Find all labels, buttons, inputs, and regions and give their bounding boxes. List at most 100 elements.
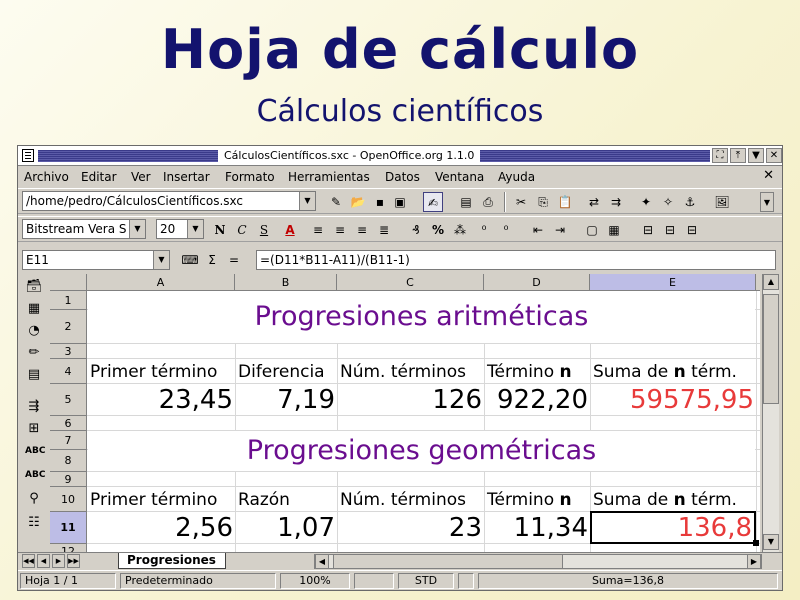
row-header-6[interactable]: 6 bbox=[50, 416, 87, 431]
justify-icon[interactable]: ≣ bbox=[374, 220, 394, 240]
insert-rows-icon[interactable]: ⊟ bbox=[660, 220, 680, 240]
spellcheck-icon[interactable]: ABC bbox=[25, 442, 45, 460]
menu-insertar[interactable]: Insertar bbox=[163, 169, 210, 185]
autospellcheck-icon[interactable]: ABC bbox=[25, 466, 45, 484]
insert-cells-icon[interactable]: ▦ bbox=[25, 300, 43, 318]
geometric-title-cell[interactable]: Progresiones geométricas bbox=[88, 431, 755, 471]
menu-editar[interactable]: Editar bbox=[81, 169, 117, 185]
save-icon[interactable]: ▪ bbox=[370, 192, 390, 212]
scrollbar-thumb[interactable] bbox=[763, 294, 779, 404]
menu-formato[interactable]: Formato bbox=[225, 169, 275, 185]
decrease-indent-icon[interactable]: ⇤ bbox=[528, 220, 548, 240]
close-icon[interactable]: ✕ bbox=[766, 148, 782, 163]
standard-format-icon[interactable]: ⁂ bbox=[450, 220, 470, 240]
background-color-icon[interactable]: ▦ bbox=[604, 220, 624, 240]
chevron-down-icon[interactable]: ▼ bbox=[299, 192, 315, 210]
stylist-icon[interactable]: ✧ bbox=[658, 192, 678, 212]
copy-icon[interactable]: ⎘ bbox=[533, 192, 553, 212]
first-sheet-icon[interactable]: ◀◀ bbox=[22, 554, 35, 568]
header-razon[interactable]: Razón bbox=[238, 489, 290, 511]
row-header-7[interactable]: 7 bbox=[50, 431, 87, 450]
value-primer-termino[interactable]: 2,56 bbox=[88, 513, 233, 543]
find-icon[interactable]: ⚲ bbox=[25, 490, 43, 508]
status-zoom[interactable]: 100% bbox=[280, 573, 350, 589]
row-header-8[interactable]: 8 bbox=[50, 450, 87, 472]
value-primer-termino[interactable]: 23,45 bbox=[88, 385, 233, 415]
vertical-scrollbar[interactable]: ▲ ▼ bbox=[762, 274, 779, 552]
autofilter-icon[interactable]: ⊞ bbox=[25, 420, 43, 438]
minimize-icon[interactable]: ▼ bbox=[748, 148, 764, 163]
paste-icon[interactable]: 📋 bbox=[555, 192, 575, 212]
horizontal-scrollbar[interactable]: ◀ ▶ bbox=[314, 554, 762, 569]
column-header-e[interactable]: E bbox=[590, 274, 756, 291]
save-as-icon[interactable]: ▣ bbox=[390, 192, 410, 212]
column-header-a[interactable]: A bbox=[87, 274, 235, 291]
row-header-3[interactable]: 3 bbox=[50, 344, 87, 359]
scroll-right-icon[interactable]: ▶ bbox=[747, 554, 761, 569]
increase-indent-icon[interactable]: ⇥ bbox=[550, 220, 570, 240]
function-button[interactable]: = bbox=[224, 250, 244, 270]
merge-cells-icon[interactable]: ⊟ bbox=[638, 220, 658, 240]
value-termino-n[interactable]: 11,34 bbox=[485, 513, 588, 543]
font-size-select[interactable]: 20 ▼ bbox=[156, 219, 204, 239]
formula-input[interactable]: =(D11*B11-A11)/(B11-1) bbox=[256, 250, 776, 270]
edit-file-icon[interactable]: ✎ bbox=[326, 192, 346, 212]
path-field[interactable]: /home/pedro/CálculosCientíficos.sxc ▼ bbox=[22, 191, 316, 211]
row-header-12[interactable]: 12 bbox=[50, 544, 87, 552]
scroll-left-icon[interactable]: ◀ bbox=[315, 554, 329, 569]
column-header-b[interactable]: B bbox=[235, 274, 337, 291]
header-suma-n-terminos[interactable]: Suma de n térm. bbox=[593, 489, 737, 511]
column-header-c[interactable]: C bbox=[337, 274, 484, 291]
menu-archivo[interactable]: Archivo bbox=[24, 169, 69, 185]
open-folder-icon[interactable]: 📂 bbox=[348, 192, 368, 212]
font-color-icon[interactable]: A bbox=[280, 220, 300, 240]
edit-mode-icon[interactable]: ✍ bbox=[423, 192, 443, 212]
export-pdf-icon[interactable]: ▤ bbox=[456, 192, 476, 212]
row-header-2[interactable]: 2 bbox=[50, 310, 87, 344]
shade-icon[interactable]: ⛶ bbox=[712, 148, 728, 163]
spreadsheet-grid[interactable]: A B C D E 1 2 3 4 5 6 7 8 9 10 11 12 Pro… bbox=[50, 274, 760, 552]
next-sheet-icon[interactable]: ▶ bbox=[52, 554, 65, 568]
more-buttons-icon[interactable]: ▼ bbox=[760, 192, 774, 212]
fill-handle[interactable] bbox=[753, 540, 759, 546]
insert-icon[interactable]: 🗃 bbox=[25, 278, 43, 296]
underline-button[interactable]: S bbox=[254, 220, 274, 240]
close-document-icon[interactable]: ✕ bbox=[763, 168, 774, 183]
value-termino-n[interactable]: 922,20 bbox=[485, 385, 588, 415]
previous-sheet-icon[interactable]: ◀ bbox=[37, 554, 50, 568]
currency-icon[interactable]: ₰ bbox=[406, 220, 426, 240]
navigator-icon[interactable]: ✦ bbox=[636, 192, 656, 212]
header-diferencia[interactable]: Diferencia bbox=[238, 361, 325, 383]
cut-icon[interactable]: ✂ bbox=[511, 192, 531, 212]
scroll-down-icon[interactable]: ▼ bbox=[763, 534, 779, 550]
percent-button[interactable]: % bbox=[428, 220, 448, 240]
redo-icon[interactable]: ⇉ bbox=[606, 192, 626, 212]
value-num-terminos[interactable]: 126 bbox=[338, 385, 482, 415]
menu-herramientas[interactable]: Herramientas bbox=[288, 169, 370, 185]
align-center-icon[interactable]: ≡ bbox=[330, 220, 350, 240]
column-header-d[interactable]: D bbox=[484, 274, 590, 291]
title-bar[interactable]: CálculosCientíficos.sxc - OpenOffice.org… bbox=[18, 146, 782, 166]
align-left-icon[interactable]: ≡ bbox=[308, 220, 328, 240]
value-razon[interactable]: 1,07 bbox=[236, 513, 335, 543]
function-wizard-icon[interactable]: ⌨ bbox=[180, 250, 200, 270]
align-right-icon[interactable]: ≡ bbox=[352, 220, 372, 240]
row-header-9[interactable]: 9 bbox=[50, 472, 87, 487]
hyperlink-icon[interactable]: ⚓ bbox=[680, 192, 700, 212]
header-num-terminos[interactable]: Núm. términos bbox=[340, 489, 466, 511]
print-icon[interactable]: ⎙ bbox=[478, 192, 498, 212]
last-sheet-icon[interactable]: ▶▶ bbox=[67, 554, 80, 568]
stay-on-top-icon[interactable]: ⤒ bbox=[730, 148, 746, 163]
row-header-4[interactable]: 4 bbox=[50, 359, 87, 384]
status-selection-mode[interactable]: STD bbox=[398, 573, 454, 589]
header-primer-termino[interactable]: Primer término bbox=[90, 361, 217, 383]
chevron-down-icon[interactable]: ▼ bbox=[129, 220, 145, 238]
window-menu-icon[interactable] bbox=[22, 149, 34, 162]
menu-ver[interactable]: Ver bbox=[131, 169, 151, 185]
insert-object-icon[interactable]: ◔ bbox=[25, 322, 43, 340]
menu-datos[interactable]: Datos bbox=[385, 169, 420, 185]
italic-button[interactable]: C bbox=[232, 220, 252, 240]
active-cell-e11[interactable]: 136,8 bbox=[590, 511, 756, 544]
font-name-select[interactable]: Bitstream Vera S ▼ bbox=[22, 219, 146, 239]
header-termino-n[interactable]: Término n bbox=[487, 489, 572, 511]
